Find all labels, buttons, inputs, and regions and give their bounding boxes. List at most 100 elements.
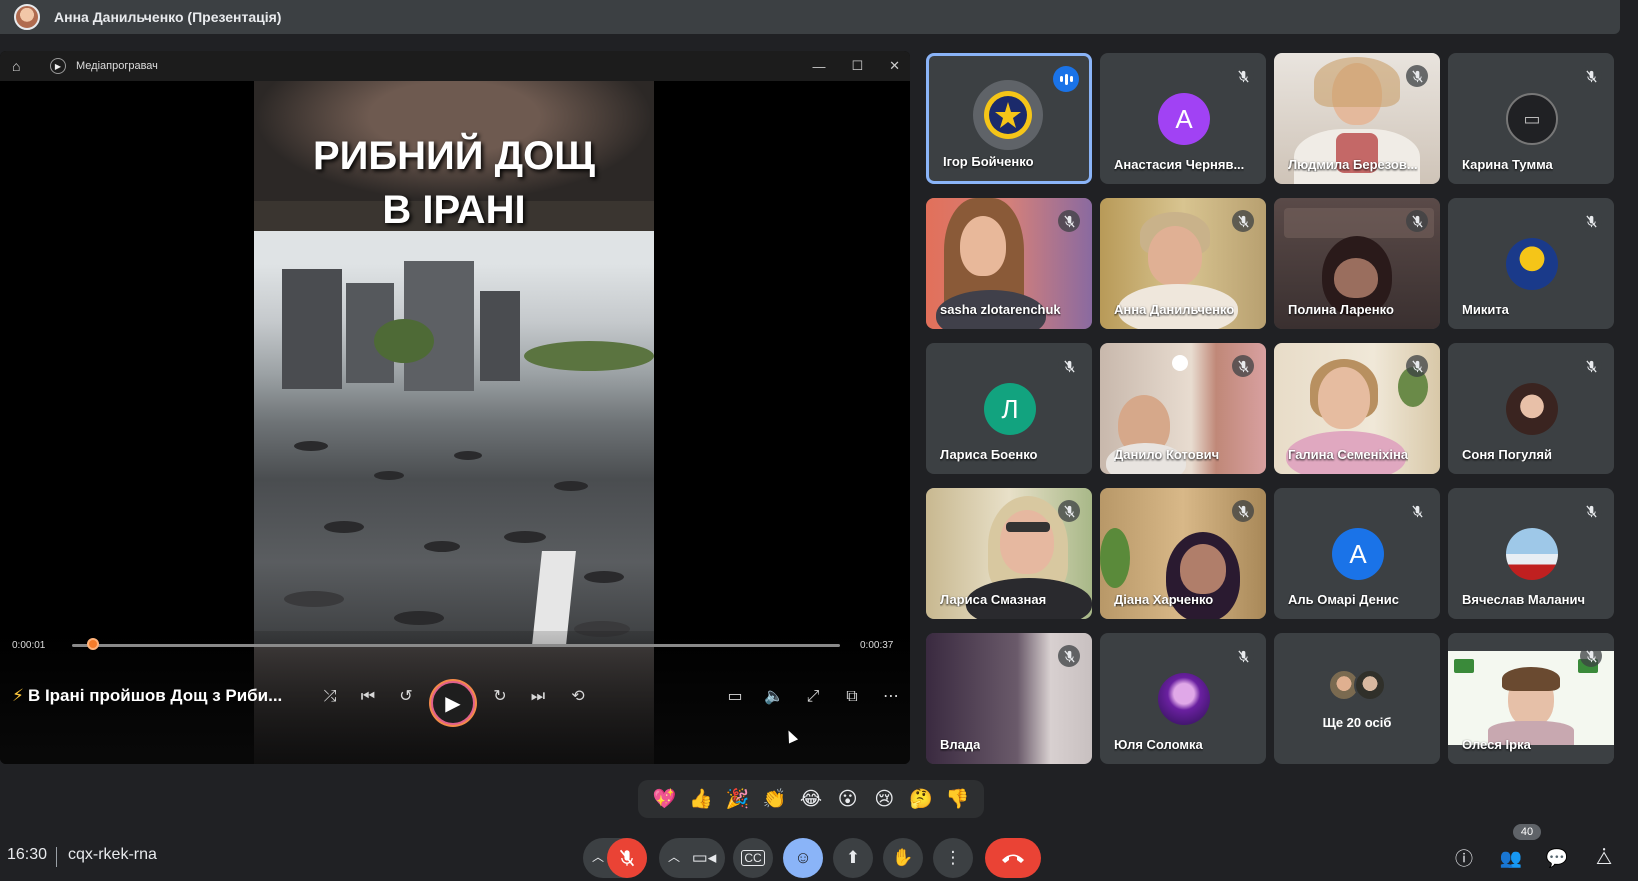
participant-tile[interactable]: Полина Ларенко [1274, 198, 1440, 329]
total-time: 0:00:37 [860, 640, 894, 651]
reaction-surprised[interactable]: 😮 [833, 788, 863, 811]
video-image [254, 231, 654, 645]
participant-name: sasha zlotarenchuk [940, 302, 1061, 317]
media-player[interactable]: ⌂ ▶ Медіапрогравач — ☐ ✕ РИБНИЙ ДОЩ В ІР… [0, 51, 910, 764]
participant-tile[interactable]: Вячеслав Маланич [1448, 488, 1614, 619]
captions-icon: CC [741, 850, 765, 866]
emoji-reactions-button[interactable]: ☺ [783, 838, 823, 878]
maximize-icon[interactable]: ☐ [851, 58, 863, 74]
avatar: А [1332, 528, 1384, 580]
participant-name: Вячеслав Маланич [1462, 592, 1585, 607]
close-icon[interactable]: ✕ [889, 58, 900, 74]
participant-tile[interactable]: Анна Данильченко [1100, 198, 1266, 329]
participant-name: Аль Омарі Денис [1288, 592, 1399, 607]
video-options-chevron-icon[interactable]: ︿ [668, 848, 680, 865]
participant-tile[interactable]: Лариса Смазная [926, 488, 1092, 619]
speaking-indicator-icon [1053, 66, 1079, 92]
camera-icon: ▭◂ [691, 848, 717, 867]
subtitles-icon[interactable]: ▭ [723, 685, 747, 709]
meet-window: Анна Данильченко (Презентація) ⌂ ▶ Медіа… [0, 0, 1638, 881]
home-icon[interactable]: ⌂ [12, 58, 32, 74]
people-icon[interactable]: 👥 [1497, 844, 1525, 872]
participant-name: Анастасия Черняв... [1114, 157, 1245, 172]
current-time: 0:00:01 [12, 640, 46, 651]
avatar [1158, 673, 1210, 725]
participant-name: Лариса Боенко [940, 447, 1038, 462]
mic-off-icon [1406, 355, 1428, 377]
avatar: А [1158, 93, 1210, 145]
miniplayer-icon[interactable]: ⧉ [840, 685, 864, 709]
participant-tile[interactable]: Влада [926, 633, 1092, 764]
play-button[interactable]: ▶ [431, 681, 475, 725]
avatar [1354, 669, 1386, 701]
leave-call-button[interactable] [985, 838, 1041, 878]
meeting-info-icon[interactable]: ⓘ [1450, 844, 1478, 872]
reaction-clap[interactable]: 👏 [759, 787, 789, 811]
participant-tile[interactable]: Олеся Ірка [1448, 633, 1614, 764]
participant-tile[interactable]: А Анастасия Черняв... [1100, 53, 1266, 184]
mic-off-icon [1406, 500, 1428, 522]
participant-tile[interactable]: Данило Котович [1100, 343, 1266, 474]
more-participants-label: Ще 20 осіб [1322, 715, 1392, 730]
previous-icon[interactable]: ⏮ [356, 685, 380, 709]
raise-hand-button[interactable]: ✋ [883, 838, 923, 878]
repeat-off-icon[interactable]: ⟲ [566, 685, 590, 709]
reaction-sad[interactable]: 😢 [869, 788, 899, 811]
reaction-thumbs-down[interactable]: 👎 [943, 787, 973, 811]
captions-button[interactable]: CC [733, 838, 773, 878]
next-icon[interactable]: ⏭ [526, 685, 550, 709]
forward-30-icon[interactable]: ↻ [488, 685, 512, 709]
participant-name: Діана Харченко [1114, 592, 1214, 607]
video-headline: РИБНИЙ ДОЩ В ІРАНІ [312, 134, 596, 232]
present-icon: ⬆ [845, 848, 861, 867]
participant-name: Соня Погуляй [1462, 447, 1552, 462]
participant-name: Людмила Березов... [1288, 157, 1418, 172]
presentation-banner: Анна Данильченко (Презентація) [0, 0, 1620, 34]
bottom-toolbar: 16:30 cqx-rkek-rna ︿ ︿ ▭◂ CC ☺ ⬆ ✋ ⋮ ⓘ 👥… [0, 836, 1638, 881]
present-screen-button[interactable]: ⬆ [833, 838, 873, 878]
participant-tile[interactable]: Юля Соломка [1100, 633, 1266, 764]
presenter-avatar [14, 4, 40, 30]
fullscreen-icon[interactable]: ⤢ [801, 685, 825, 709]
activities-icon[interactable]: ⧊ [1590, 844, 1618, 872]
minimize-icon[interactable]: — [812, 59, 825, 74]
more-options-icon[interactable]: ⋯ [879, 685, 903, 709]
chat-icon[interactable]: 💬 [1543, 844, 1571, 872]
reaction-thumbs-up[interactable]: 👍 [686, 787, 716, 811]
people-count-badge: 40 [1513, 824, 1541, 840]
participant-tile[interactable]: А Аль Омарі Денис [1274, 488, 1440, 619]
participant-tile[interactable]: Галина Семеніхіна [1274, 343, 1440, 474]
participant-tile[interactable]: Діана Харченко [1100, 488, 1266, 619]
participant-tile[interactable]: Людмила Березов... [1274, 53, 1440, 184]
emoji-icon: ☺ [794, 848, 812, 867]
rewind-10-icon[interactable]: ↺ [394, 685, 418, 709]
avatar [1506, 528, 1558, 580]
participant-name: Полина Ларенко [1288, 302, 1394, 317]
reactions-bar: 💖 👍 🎉 👏 😂 😮 😢 🤔 👎 [638, 780, 984, 818]
more-options-button[interactable]: ⋮ [933, 838, 973, 878]
reaction-party[interactable]: 🎉 [723, 787, 753, 811]
participant-tile[interactable]: Микита [1448, 198, 1614, 329]
reaction-heart[interactable]: 💖 [649, 787, 679, 811]
volume-icon[interactable]: 🔈 [762, 685, 786, 709]
reaction-thinking[interactable]: 🤔 [906, 787, 936, 811]
audio-options-chevron-icon[interactable]: ︿ [592, 848, 604, 865]
participant-name: Юля Соломка [1114, 737, 1203, 752]
participant-tile[interactable]: sasha zlotarenchuk [926, 198, 1092, 329]
more-participants-tile[interactable]: Ще 20 осіб [1274, 633, 1440, 764]
camera-toggle-button[interactable]: ▭◂ [684, 838, 724, 878]
participant-tile[interactable]: Ігор Бойченко [926, 53, 1092, 184]
mic-toggle-button[interactable] [607, 838, 647, 878]
hand-icon: ✋ [892, 848, 914, 867]
player-app-title: Медіапрогравач [76, 60, 158, 72]
meeting-clock: 16:30 [7, 846, 48, 863]
seek-bar[interactable] [72, 644, 840, 647]
reaction-laugh[interactable]: 😂 [796, 788, 826, 811]
participant-tile[interactable]: Соня Погуляй [1448, 343, 1614, 474]
participant-tile[interactable]: Л Лариса Боенко [926, 343, 1092, 474]
shuffle-icon[interactable]: ⤮ [318, 685, 342, 709]
participant-name: Ігор Бойченко [943, 154, 1034, 169]
participant-tile[interactable]: ▭ Карина Тумма [1448, 53, 1614, 184]
laptop-icon: ▭ [1523, 108, 1541, 129]
seek-thumb[interactable] [86, 638, 99, 650]
